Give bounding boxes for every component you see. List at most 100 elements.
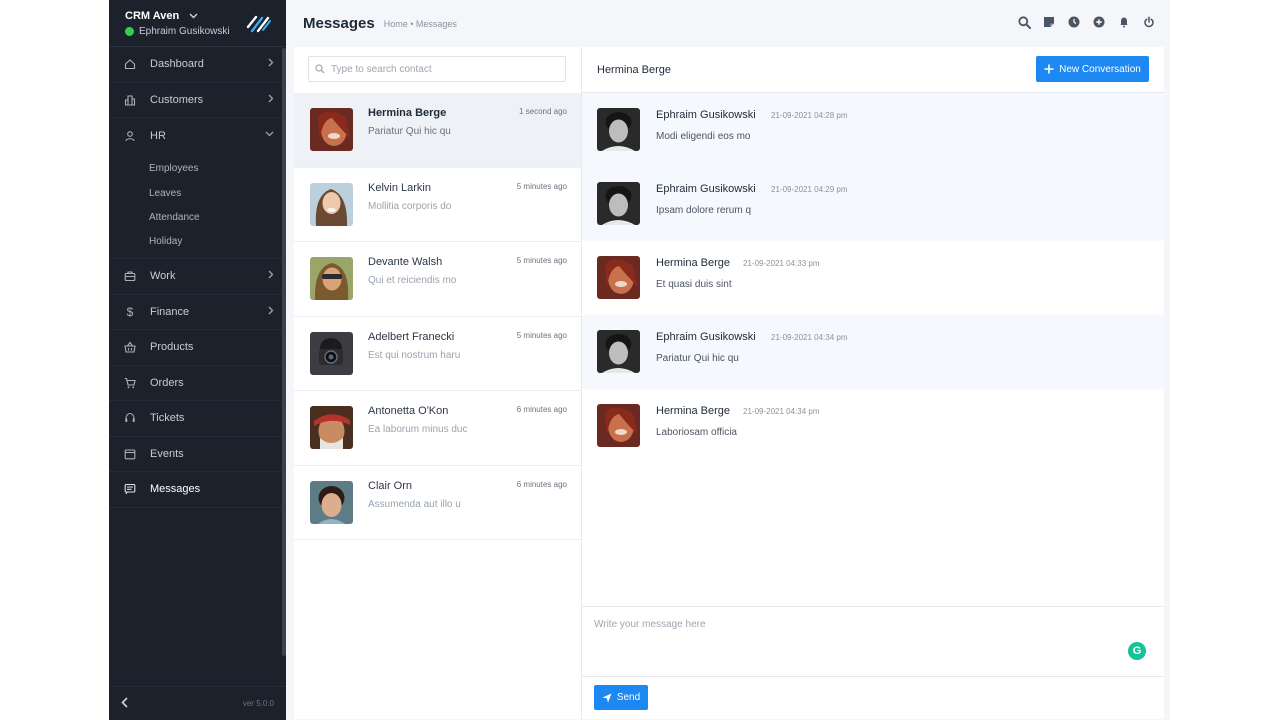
contact-name: Clair Orn	[368, 479, 413, 492]
message-time: 21-09-2021 04:29 pm	[771, 185, 848, 194]
sidebar-item-messages[interactable]: Messages	[109, 472, 286, 508]
bell-icon[interactable]	[1117, 15, 1131, 29]
contact-snippet: Ea laborum minus duc	[368, 424, 468, 435]
message-author: Ephraim Gusikowski	[656, 331, 756, 343]
contact-name: Devante Walsh	[368, 256, 443, 268]
sidebar-item-label: Events	[150, 447, 184, 460]
user-icon	[123, 129, 137, 143]
sidebar-item-label: Tickets	[150, 412, 185, 425]
breadcrumb[interactable]: Home • Messages	[384, 19, 457, 29]
sidebar-item-finance[interactable]: $ Finance	[109, 295, 286, 331]
conversation-scrollbar[interactable]	[1164, 47, 1170, 719]
contact-name: Kelvin Larkin	[368, 181, 431, 194]
sidebar-scrollbar[interactable]	[282, 48, 286, 656]
message-text: Laboriosam officia	[656, 427, 737, 438]
contact-item[interactable]: Devante Walsh 5 minutes ago Qui et reici…	[294, 242, 581, 317]
avatar	[597, 256, 640, 299]
sidebar-subitem-attendance[interactable]: Attendance	[109, 205, 286, 229]
message-text: Et quasi duis sint	[656, 279, 732, 290]
search-icon	[315, 64, 325, 74]
chevron-right-icon	[268, 94, 274, 106]
logo-icon	[246, 15, 271, 33]
plus-icon	[1044, 64, 1054, 74]
message-time: 21-09-2021 04:34 pm	[771, 333, 848, 342]
brand-name: CRM Aven	[125, 10, 180, 22]
search-icon[interactable]	[1017, 15, 1031, 29]
message-author: Hermina Berge	[656, 405, 730, 417]
sidebar-item-label: Messages	[150, 483, 201, 496]
contact-item[interactable]: Adelbert Franecki 5 minutes ago Est qui …	[294, 317, 581, 391]
contact-time: 6 minutes ago	[516, 405, 567, 414]
home-icon	[123, 57, 137, 71]
message-item: Ephraim Gusikowski 21-09-2021 04:28 pm M…	[582, 93, 1164, 167]
brand[interactable]: CRM Aven Ephraim Gusikowski	[109, 0, 286, 47]
avatar	[597, 330, 640, 373]
avatar	[310, 108, 353, 151]
avatar	[310, 480, 353, 524]
message-item: Hermina Berge 21-09-2021 04:33 pm Et qua…	[582, 241, 1164, 315]
page-title: Messages	[303, 14, 375, 32]
new-conversation-button[interactable]: New Conversation	[1036, 56, 1149, 82]
contact-search-input[interactable]	[331, 63, 551, 75]
message-icon	[123, 482, 137, 496]
contact-item[interactable]: Hermina Berge 1 second ago Pariatur Qui …	[294, 93, 581, 168]
sidebar-item-products[interactable]: Products	[109, 330, 286, 366]
clock-icon[interactable]	[1067, 15, 1081, 29]
send-button[interactable]: Send	[594, 685, 648, 710]
contact-item[interactable]: Kelvin Larkin 5 minutes ago Mollitia cor…	[294, 168, 581, 242]
message-text: Ipsam dolore rerum q	[656, 205, 752, 216]
avatar	[310, 182, 353, 226]
message-author: Hermina Berge	[656, 257, 730, 269]
contact-snippet: Pariatur Qui hic qu	[368, 126, 451, 137]
cart-icon	[123, 376, 137, 390]
message-text: Pariatur Qui hic qu	[656, 353, 739, 364]
basket-icon	[123, 340, 137, 354]
message-text: Modi eligendi eos mo	[656, 131, 751, 142]
message-author: Ephraim Gusikowski	[656, 183, 756, 195]
contact-search-box[interactable]	[308, 56, 566, 82]
calendar-icon	[123, 447, 137, 461]
sidebar-item-label: Products	[150, 341, 194, 354]
app-shell: CRM Aven Ephraim Gusikowski Dashboard Cu…	[109, 0, 1170, 720]
message-input[interactable]	[582, 607, 1164, 676]
sidebar-item-label: Finance	[150, 305, 190, 318]
power-icon[interactable]	[1142, 15, 1156, 29]
contact-snippet: Est qui nostrum haru	[368, 349, 461, 361]
conversation-header: Hermina Berge New Conversation	[582, 47, 1164, 93]
sidebar-item-work[interactable]: Work	[109, 259, 286, 295]
contact-snippet: Qui et reiciendis mo	[368, 275, 457, 286]
sidebar-item-label: Customers	[150, 93, 204, 106]
note-icon[interactable]	[1042, 15, 1056, 29]
sidebar-item-hr[interactable]: HR	[109, 118, 286, 154]
grammarly-icon[interactable]: G	[1128, 642, 1146, 660]
plus-circle-icon[interactable]	[1092, 15, 1106, 29]
app-version: ver 5.0.0	[242, 699, 274, 708]
headset-icon	[123, 411, 137, 425]
sidebar-item-customers[interactable]: Customers	[109, 83, 286, 118]
contact-item[interactable]: Clair Orn 6 minutes ago Assumenda aut il…	[294, 466, 581, 540]
sidebar-subitem-employees[interactable]: Employees	[109, 157, 286, 181]
message-composer: G	[582, 606, 1164, 677]
sidebar-item-dashboard[interactable]: Dashboard	[109, 47, 286, 83]
contact-name: Hermina Berge	[368, 107, 447, 119]
sidebar-item-label: HR	[150, 129, 166, 142]
message-time: 21-09-2021 04:33 pm	[743, 259, 820, 268]
sidebar-subitem-holiday[interactable]: Holiday	[109, 230, 286, 254]
sidebar-subitem-leaves[interactable]: Leaves	[109, 181, 286, 205]
sidebar-item-events[interactable]: Events	[109, 437, 286, 473]
avatar	[597, 108, 640, 151]
sidebar-footer: ver 5.0.0	[109, 686, 286, 720]
chevron-down-icon[interactable]	[189, 11, 198, 21]
message-item: Ephraim Gusikowski 21-09-2021 04:29 pm I…	[582, 167, 1164, 241]
chevron-right-icon	[268, 58, 274, 70]
message-item: Hermina Berge 21-09-2021 04:34 pm Labori…	[582, 389, 1164, 463]
avatar	[310, 331, 353, 375]
sidebar-item-label: Work	[150, 270, 176, 283]
contact-item[interactable]: Antonetta O'Kon 6 minutes ago Ea laborum…	[294, 391, 581, 466]
collapse-sidebar-icon[interactable]	[121, 696, 128, 711]
conversation-panel: Hermina Berge New Conversation Ephraim G…	[582, 47, 1164, 719]
sidebar-nav: Dashboard Customers HR Employees Leaves …	[109, 47, 286, 508]
sidebar-item-orders[interactable]: Orders	[109, 366, 286, 402]
sidebar-item-tickets[interactable]: Tickets	[109, 401, 286, 437]
avatar	[310, 257, 353, 300]
